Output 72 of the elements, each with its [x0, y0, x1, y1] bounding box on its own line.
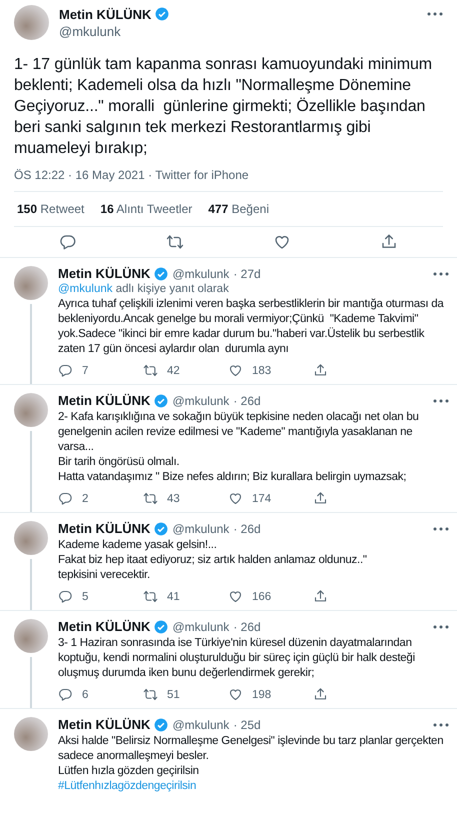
tweet-age: · 27d — [233, 266, 261, 280]
retweet-icon[interactable] — [143, 589, 158, 604]
reply-icon[interactable] — [58, 687, 73, 702]
heart-icon[interactable] — [228, 687, 243, 702]
more-options-icon[interactable] — [433, 624, 449, 628]
retweet-icon[interactable] — [166, 233, 184, 251]
author-name[interactable]: Metin KÜLÜNK — [59, 6, 152, 22]
reply-icon[interactable] — [58, 233, 77, 251]
action-count: 166 — [252, 590, 272, 602]
more-options-icon[interactable] — [433, 272, 449, 276]
avatar-placeholder[interactable] — [14, 393, 48, 427]
reply-icon[interactable] — [58, 363, 73, 378]
heart-icon[interactable] — [228, 589, 243, 604]
heart-icon[interactable] — [273, 233, 292, 251]
share-icon[interactable] — [313, 363, 328, 378]
more-options-icon[interactable] — [433, 526, 449, 530]
avatar-placeholder[interactable] — [14, 619, 48, 653]
action-count: 42 — [167, 364, 180, 376]
author-name[interactable]: Metin KÜLÜNK — [58, 393, 150, 408]
tweet-text: 3- 1 Haziran sonrasında ise Türkiye'nin küresel düzenin dayatmalarından koptuğu, kendi normalini oluşturulduğu bir süreç için güçlü bir halk desteği oluşmuş durumda iken bunu değerlendirmek gerekir; — [58, 636, 416, 681]
avatar-placeholder[interactable] — [14, 521, 48, 555]
action-count: 183 — [252, 364, 272, 376]
share-icon[interactable] — [313, 687, 328, 702]
action-count: 41 — [167, 590, 180, 602]
share-icon[interactable] — [313, 491, 328, 506]
retweet-icon[interactable] — [143, 363, 158, 378]
reply-icon[interactable] — [58, 491, 73, 506]
heart-icon[interactable] — [228, 363, 243, 378]
action-count: 43 — [167, 492, 180, 504]
engagement-count[interactable]: 16 Alıntı Tweetler — [100, 202, 192, 216]
tweet-text: Ayrıca tuhaf çelişkili izlenimi veren başka serbestliklerin bir mantığa oturması da bekleniyordu.Ancak genelge bu morali vermiyor;Çünkü "Kademe Takvimi" yok.Sadece "ikinci bir emre kadar durum bu."haberi var.Üstelik bu serbestlik zaten 17 gün öncesi aylardır olan durumla aynı — [58, 297, 445, 357]
share-icon[interactable] — [313, 589, 328, 604]
more-options-icon[interactable] — [433, 398, 449, 402]
action-count: 2 — [82, 492, 88, 504]
action-count: 198 — [252, 688, 272, 700]
author-name[interactable]: Metin KÜLÜNK — [58, 521, 150, 536]
author-handle[interactable]: @mkulunk — [59, 24, 443, 38]
action-count: 5 — [82, 590, 88, 602]
more-options-icon[interactable] — [433, 722, 449, 726]
tweet-text: Kademe kademe yasak gelsin!... Fakat biz hep itaat ediyoruz; siz artık halden anlamaz oldunuz.." tepkisini verecektir. — [58, 538, 368, 583]
author-handle[interactable]: @mkulunk — [172, 718, 230, 732]
action-count: 7 — [82, 364, 88, 376]
avatar-placeholder[interactable] — [14, 266, 48, 300]
tweet-age: · 26d — [233, 522, 261, 536]
tweet-text: Aksi halde "Belirsiz Normalleşme Genelgesi" işlevinde bu tarz planlar gerçekten sadece anormalleşmeyi besler. Lütfen hızla gözden geçirilsin #Lütfenhızlagözdengeçirilsin — [58, 734, 444, 794]
author-handle[interactable]: @mkulunk — [172, 394, 230, 408]
action-count: 6 — [82, 688, 88, 700]
author-handle[interactable]: @mkulunk — [172, 266, 230, 280]
reply-context: @mkulunk adlı kişiye yanıt olarak — [58, 283, 230, 295]
more-options-icon[interactable] — [427, 12, 443, 16]
share-icon[interactable] — [380, 233, 398, 251]
avatar-placeholder[interactable] — [14, 5, 49, 40]
tweet-text: 2- Kafa karışıklığına ve sokağın büyük tepkisine neden olacağı net olan bu genelgenin acilen revize edilmesi ve "Kademe" mantığıyla yasaklanan ne varsa... Bir tarih öngörüsü olmalı. Hatta vatandaşımız " Bize nefes aldırın; Biz kurallara belirgin uymazsak; — [58, 410, 420, 485]
retweet-icon[interactable] — [143, 687, 158, 702]
tweet-age: · 26d — [233, 620, 261, 634]
reply-icon[interactable] — [58, 589, 73, 604]
author-name[interactable]: Metin KÜLÜNK — [58, 266, 150, 281]
tweet-age: · 26d — [233, 394, 261, 408]
retweet-icon[interactable] — [143, 491, 158, 506]
action-count: 174 — [252, 492, 272, 504]
author-handle[interactable]: @mkulunk — [172, 620, 230, 634]
engagement-count[interactable]: 477 Beğeni — [208, 202, 269, 216]
tweet-timestamp: ÖS 12:22 · 16 May 2021 · Twitter for iPhone — [14, 168, 250, 182]
tweet-text: 1- 17 günlük tam kapanma sonrası kamuoyundaki minimum beklenti; Kademeli olsa da hızlı "Normalleşme Dönemine Geçiyoruz..." moralli günlerine girmekti; Özellikle başından beri sanki salgının tek merkezi Restorantlarmış gibi muameleyi bırakıp; — [14, 55, 434, 159]
action-count: 51 — [167, 688, 180, 700]
avatar-placeholder[interactable] — [14, 717, 48, 751]
engagement-count[interactable]: 150 Retweet — [17, 202, 84, 216]
author-handle[interactable]: @mkulunk — [172, 522, 230, 536]
tweet-age: · 25d — [233, 718, 261, 732]
author-name[interactable]: Metin KÜLÜNK — [58, 717, 150, 732]
author-name[interactable]: Metin KÜLÜNK — [58, 619, 150, 634]
heart-icon[interactable] — [228, 491, 243, 506]
